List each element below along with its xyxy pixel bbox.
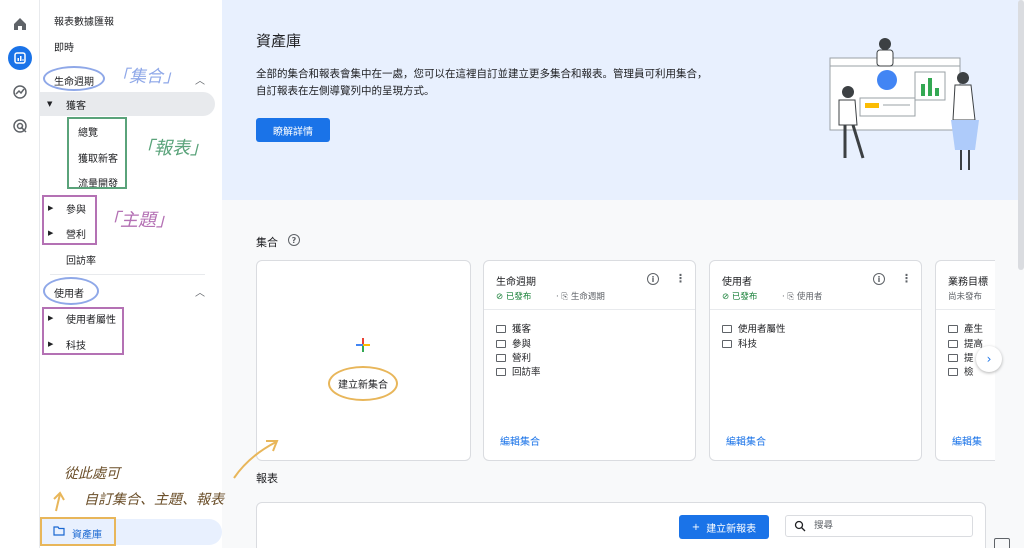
create-report-button[interactable]: + 建立新報表 [679, 515, 769, 539]
explore-icon[interactable] [8, 80, 32, 104]
annotation-arrows [53, 440, 279, 512]
scrollbar[interactable] [1018, 0, 1024, 270]
more-vert-icon[interactable]: ⋮ [901, 272, 912, 285]
folder-icon [722, 325, 732, 333]
annotation-box-user-topics [42, 307, 124, 355]
sidebar-item-realtime[interactable]: 即時 [54, 39, 74, 54]
folder-icon [948, 340, 958, 348]
status-text: 已發布 [505, 292, 532, 302]
card-title: 使用者 [722, 277, 752, 288]
hero-description: 全部的集合和報表會集中在一處，您可以在這裡自訂並建立更多集合和報表。管理員可利用… [256, 68, 708, 97]
sidebar-item-reports-snapshot[interactable]: 報表數據匯報 [54, 13, 114, 28]
advertising-icon[interactable] [8, 114, 32, 138]
collection-card-lifecycle[interactable]: 生命週期 i ⋮ ⊘ 已發布 · ⎘ 生命週期 獲客 參與 營利 回訪率 編輯集… [483, 260, 696, 461]
list-item: 獲客 [496, 321, 531, 335]
list-item-label: 營利 [512, 353, 532, 364]
list-item: 產生 [948, 321, 983, 335]
search-field[interactable] [785, 515, 973, 537]
list-item-label: 參與 [512, 339, 532, 350]
create-collection-card[interactable] [256, 260, 471, 461]
reports-icon[interactable] [8, 46, 32, 70]
list-item-label: 科技 [738, 339, 758, 350]
annotation-circle-create [328, 366, 398, 401]
card-divider [484, 309, 695, 310]
template-name: 生命週期 [570, 292, 605, 302]
create-report-label: 建立新報表 [706, 523, 757, 535]
search-icon [794, 520, 806, 532]
edit-collection-link[interactable]: 編輯集合 [726, 433, 766, 448]
card-divider [710, 309, 921, 310]
template-name: 使用者 [796, 292, 823, 302]
list-item: 科技 [722, 336, 757, 350]
more-vert-icon[interactable]: ⋮ [675, 272, 686, 285]
card-template-meta: · ⎘ 使用者 [782, 292, 823, 302]
status-badge: 尚未發布 [948, 292, 983, 302]
plus-icon [356, 338, 370, 352]
feedback-icon[interactable] [994, 538, 1010, 548]
card-divider [936, 309, 995, 310]
folder-icon [496, 325, 506, 333]
status-badge: ⊘ 已發布 [722, 292, 758, 302]
card-template-meta: · ⎘ 生命週期 [556, 292, 605, 302]
home-icon[interactable] [8, 12, 32, 36]
list-item: 參與 [496, 336, 531, 350]
card-title: 業務目標 [948, 277, 988, 288]
list-item-label: 產生 [964, 324, 984, 335]
help-icon[interactable]: ? [288, 234, 300, 246]
chevron-up-icon[interactable]: ︿ [195, 72, 205, 87]
list-item-label: 使用者屬性 [738, 324, 786, 335]
folder-icon [496, 340, 506, 348]
list-item-label: 回訪率 [512, 367, 541, 378]
collection-card-user[interactable]: 使用者 i ⋮ ⊘ 已發布 · ⎘ 使用者 使用者屬性 科技 編輯集合 [709, 260, 922, 461]
list-item: 使用者屬性 [722, 321, 786, 335]
sidebar-divider [50, 274, 205, 275]
list-item: 回訪率 [496, 364, 541, 378]
library-illustration [829, 38, 979, 170]
annotation-box-reports [67, 117, 127, 189]
left-rail [0, 0, 40, 548]
list-item: 提 [948, 350, 974, 364]
folder-icon [948, 354, 958, 362]
list-item-label: 獲客 [512, 324, 532, 335]
folder-icon [948, 368, 958, 376]
search-input[interactable] [814, 520, 964, 531]
edit-collection-link[interactable]: 編輯集 [952, 433, 982, 448]
list-item-label: 提 [964, 353, 974, 364]
collections-title: 集合 [256, 236, 278, 249]
status-badge: ⊘ 已發布 [496, 292, 532, 302]
page-title: 資產庫 [256, 32, 302, 50]
sidebar-item-retention[interactable]: 回訪率 [66, 252, 96, 267]
edit-collection-link[interactable]: 編輯集合 [500, 433, 540, 448]
sidebar-topic-acquisition[interactable]: 獲客 [66, 97, 86, 112]
list-item-label: 檢 [964, 367, 974, 378]
list-item: 營利 [496, 350, 531, 364]
card-title: 生命週期 [496, 277, 536, 288]
folder-icon [722, 340, 732, 348]
plus-icon: + [691, 521, 701, 533]
info-icon[interactable]: i [647, 273, 659, 285]
annotation-box-topics [42, 195, 97, 245]
info-icon[interactable]: i [873, 273, 885, 285]
learn-more-button[interactable]: 瞭解詳情 [256, 118, 330, 142]
annotation-circle-user [43, 277, 99, 305]
folder-icon [948, 325, 958, 333]
annotation-topic-label: 「主題」 [102, 210, 174, 231]
list-item: 檢 [948, 364, 974, 378]
chevron-right-icon[interactable]: › [976, 346, 1002, 372]
list-item: 提高 [948, 336, 983, 350]
caret-down-icon[interactable]: ▼ [47, 100, 52, 108]
chevron-up-icon[interactable]: ︿ [195, 284, 205, 299]
annotation-collection-label: 「集合」 [112, 67, 180, 87]
folder-icon [496, 368, 506, 376]
status-text: 已發布 [731, 292, 758, 302]
folder-icon [496, 354, 506, 362]
annotation-circle-lifecycle [43, 66, 105, 91]
annotation-report-label: 「報表」 [136, 138, 208, 159]
annotation-box-library [40, 517, 116, 546]
